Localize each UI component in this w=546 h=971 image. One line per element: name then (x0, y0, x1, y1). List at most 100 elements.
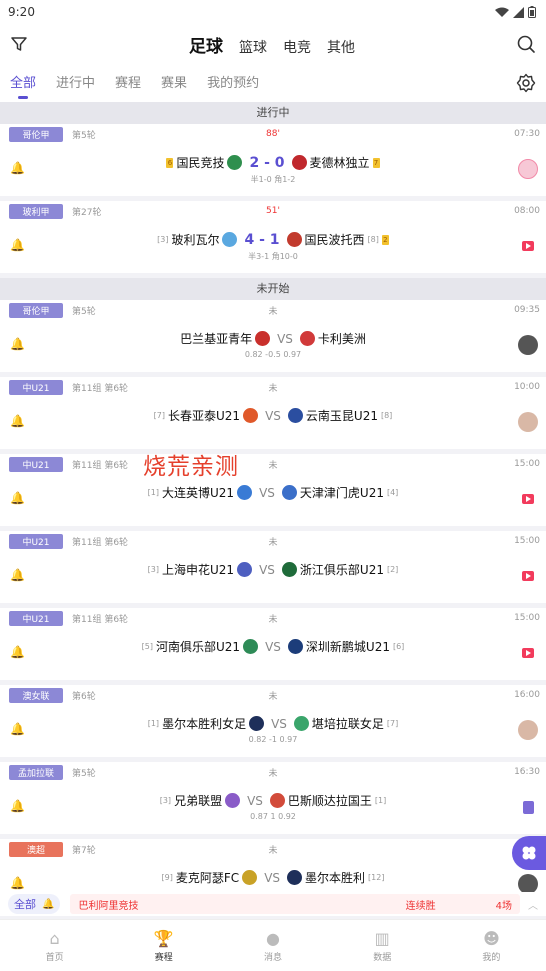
league-badge[interactable]: 中U21 (9, 456, 63, 472)
video-play-icon[interactable] (518, 236, 538, 256)
league-badge[interactable]: 中U21 (9, 533, 63, 549)
league-badge[interactable]: 澳超 (9, 841, 63, 857)
tab-home-label: 首页 (45, 952, 64, 963)
tab-live[interactable]: 进行中 (56, 72, 95, 95)
tab-data[interactable]: ▥ 数据 (328, 920, 437, 971)
anchor-avatar[interactable] (518, 412, 538, 432)
home-team-logo (243, 639, 259, 654)
trophy-icon: 🏆 (153, 928, 174, 948)
away-team-name: 天津津门虎U21 (299, 486, 384, 500)
match-header: 中U21 第11组 第6轮 未 10:00 (0, 377, 546, 397)
home-team-logo (227, 155, 243, 170)
match-status: 未 (268, 306, 278, 317)
tab-schedule-bottom[interactable]: 🏆 赛程 (109, 920, 218, 971)
league-badge[interactable]: 中U21 (9, 379, 63, 395)
league-badge[interactable]: 澳女联 (9, 687, 63, 703)
tab-messages[interactable]: ● 消息 (218, 920, 327, 971)
tab-profile[interactable]: ☻ 我的 (437, 920, 546, 971)
league-badge[interactable]: 哥伦甲 (9, 126, 63, 142)
home-team: [1] 墨尔本胜利女足 (148, 715, 246, 732)
league-badge[interactable]: 孟加拉联 (9, 764, 63, 780)
match-time: 15:00 (514, 613, 540, 623)
match-header: 澳女联 第6轮 未 16:00 (0, 685, 546, 705)
match-round: 第27轮 (72, 207, 102, 218)
tab-schedule[interactable]: 赛程 (115, 72, 141, 95)
away-team-name: 巴斯顺达拉国王 (287, 794, 372, 808)
tab-home[interactable]: ⌂ 首页 (0, 920, 109, 971)
chevron-up-icon[interactable]: ︿ (528, 897, 538, 912)
match-card[interactable]: 中U21 第11组 第6轮 未 15:00 🔔 [5] 河南俱乐部U21 VS … (0, 608, 546, 680)
away-team-name: 浙江俱乐部U21 (299, 563, 384, 577)
match-body: 🔔 巴兰基亚青年 VS 卡利美洲 0.82 -0.5 0.97 (0, 320, 546, 372)
ticker-message[interactable]: 巴利阿里竞技 连续胜 4场 (70, 894, 520, 914)
away-team-logo (281, 562, 297, 577)
video-play-icon[interactable] (518, 489, 538, 509)
league-badge[interactable]: 哥伦甲 (9, 302, 63, 318)
match-header: 哥伦甲 第5轮 88' 07:30 (0, 124, 546, 144)
home-team-name: 墨尔本胜利女足 (162, 717, 247, 731)
away-team-logo (287, 408, 303, 423)
tab-schedule-label: 赛程 (154, 952, 173, 963)
video-play-icon[interactable] (518, 643, 538, 663)
league-badge[interactable]: 玻利甲 (9, 203, 63, 219)
match-card[interactable]: 哥伦甲 第5轮 未 09:35 🔔 巴兰基亚青年 VS 卡利美洲 0.82 -0… (0, 300, 546, 372)
match-list[interactable]: 进行中 哥伦甲 第5轮 88' 07:30 🔔 6 国民竞技 2 - 0 麦德林… (0, 102, 546, 897)
away-rank: [6] (392, 642, 405, 651)
away-team: 国民波托西 [8] 2 (305, 231, 389, 248)
match-round: 第11组 第6轮 (72, 460, 129, 471)
sport-tab-esports[interactable]: 电竞 (283, 37, 311, 57)
match-round: 第7轮 (72, 845, 96, 856)
sport-tab-football[interactable]: 足球 (189, 32, 223, 57)
away-team-name: 云南玉昆U21 (305, 409, 378, 423)
document-icon[interactable] (518, 797, 538, 817)
match-header: 中U21 第11组 第6轮 未 15:00 (0, 454, 546, 474)
ticker-team: 巴利阿里竞技 (78, 900, 139, 912)
tab-results[interactable]: 赛果 (161, 72, 187, 95)
home-team: [1] 大连英博U21 (148, 484, 234, 501)
match-card[interactable]: 中U21 第11组 第6轮 未 10:00 🔔 [7] 长春亚泰U21 VS 云… (0, 377, 546, 449)
match-card[interactable]: 中U21 第11组 第6轮 未 15:00 🔔 [3] 上海申花U21 VS 浙… (0, 531, 546, 603)
match-body: 🔔 [3] 兄弟联盟 VS 巴斯顺达拉国王 [1] 0.87 1 0.92 (0, 782, 546, 834)
video-play-icon[interactable] (518, 566, 538, 586)
match-card[interactable]: 中U21 第11组 第6轮 未 15:00 🔔 [1] 大连英博U21 VS 天… (0, 454, 546, 526)
tab-my-reservations[interactable]: 我的预约 (207, 72, 259, 95)
match-time: 15:00 (514, 459, 540, 469)
section-header-live: 进行中 (0, 102, 546, 124)
match-card[interactable]: 玻利甲 第27轮 51' 08:00 🔔 [3] 玻利瓦尔 4 - 1 国民波托… (0, 201, 546, 273)
league-badge[interactable]: 中U21 (9, 610, 63, 626)
sport-tab-other[interactable]: 其他 (327, 37, 355, 57)
search-icon[interactable] (516, 34, 536, 54)
away-team-logo (287, 870, 303, 885)
ticker-filter-all[interactable]: 全部 🔔 (8, 894, 61, 914)
match-card[interactable]: 澳女联 第6轮 未 16:00 🔔 [1] 墨尔本胜利女足 VS 堪培拉联女足 … (0, 685, 546, 757)
filter-icon[interactable] (10, 35, 28, 53)
anchor-avatar[interactable] (518, 159, 538, 179)
tab-data-label: 数据 (373, 952, 392, 963)
floating-menu-button[interactable] (512, 836, 546, 870)
status-time: 9:20 (8, 5, 35, 19)
sport-tab-basketball[interactable]: 篮球 (239, 37, 267, 57)
match-card[interactable]: 澳超 第7轮 未 🔔 [9] 麦克阿瑟FC VS 墨尔本胜利 [12] (0, 839, 546, 897)
tab-all[interactable]: 全部 (10, 72, 36, 99)
match-header: 澳超 第7轮 未 (0, 839, 546, 859)
match-card[interactable]: 孟加拉联 第5轮 未 16:30 🔔 [3] 兄弟联盟 VS 巴斯顺达拉国王 [… (0, 762, 546, 834)
match-card[interactable]: 哥伦甲 第5轮 88' 07:30 🔔 6 国民竞技 2 - 0 麦德林独立 7… (0, 124, 546, 196)
anchor-avatar[interactable] (518, 335, 538, 355)
match-header: 中U21 第11组 第6轮 未 15:00 (0, 608, 546, 628)
home-team-name: 玻利瓦尔 (171, 233, 220, 247)
home-team-logo (249, 716, 265, 731)
away-team: 麦德林独立 7 (310, 154, 380, 171)
anchor-avatar[interactable] (518, 720, 538, 740)
home-team-logo (222, 232, 238, 247)
match-score: 4 - 1 (244, 231, 280, 248)
ticker-all-label: 全部 (14, 898, 36, 911)
bottom-tab-bar: ⌂ 首页 🏆 赛程 ● 消息 ▥ 数据 ☻ 我的 (0, 919, 546, 971)
match-odds: 0.82 -0.5 0.97 (244, 350, 302, 359)
match-teams: [3] 上海申花U21 VS 浙江俱乐部U21 [2] (0, 561, 546, 578)
home-rank: [3] (159, 796, 172, 805)
home-rank: [1] (147, 488, 160, 497)
match-vs: VS (271, 716, 287, 731)
anchor-avatar[interactable] (518, 874, 538, 894)
profile-icon: ☻ (483, 928, 500, 948)
settings-gear-icon[interactable] (516, 73, 536, 93)
